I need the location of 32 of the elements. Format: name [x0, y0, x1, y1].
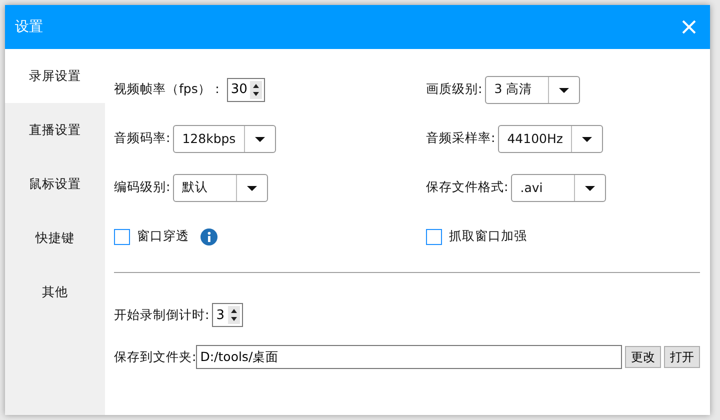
- field-label: 音频码率:: [114, 130, 170, 147]
- sidebar-item[interactable]: 鼠标设置: [5, 157, 105, 211]
- field-label: 视频帧率（fps）：: [114, 81, 224, 98]
- sidebar-item[interactable]: 录屏设置: [5, 49, 105, 103]
- folder-path-field[interactable]: D:/tools/桌面: [196, 345, 622, 369]
- checkbox-label[interactable]: 窗口穿透: [137, 228, 189, 245]
- dropdown[interactable]: 3 高清: [485, 76, 580, 104]
- spinner-arrows-icon[interactable]: [250, 80, 262, 98]
- dropdown[interactable]: .avi: [511, 174, 606, 202]
- close-button[interactable]: [682, 20, 696, 34]
- dropdown[interactable]: 默认: [173, 174, 268, 202]
- spinner-arrows-icon[interactable]: [228, 306, 240, 324]
- field-label: 保存到文件夹:: [114, 348, 196, 366]
- sidebar-item[interactable]: 快捷键: [5, 211, 105, 265]
- sidebar-item[interactable]: 直播设置: [5, 103, 105, 157]
- dropdown[interactable]: 128kbps: [173, 124, 276, 152]
- folder-button[interactable]: 更改: [625, 346, 661, 368]
- number-spinner[interactable]: 3: [212, 303, 242, 327]
- window-title: 设置: [15, 18, 43, 36]
- field-label: 画质级别:: [426, 81, 482, 98]
- field-label: 开始录制倒计时:: [114, 306, 210, 324]
- folder-button[interactable]: 打开: [664, 346, 700, 368]
- checkbox[interactable]: [426, 228, 442, 244]
- dropdown[interactable]: 44100Hz: [498, 124, 603, 152]
- checkbox[interactable]: [114, 228, 130, 244]
- info-icon[interactable]: [200, 228, 218, 246]
- field-label: 音频采样率:: [426, 130, 496, 147]
- field-label: 保存文件格式:: [426, 179, 508, 196]
- number-spinner[interactable]: 30: [226, 78, 266, 102]
- checkbox-label[interactable]: 抓取窗口加强: [449, 228, 527, 245]
- field-label: 编码级别:: [114, 179, 170, 196]
- sidebar-item[interactable]: 其他: [5, 265, 105, 319]
